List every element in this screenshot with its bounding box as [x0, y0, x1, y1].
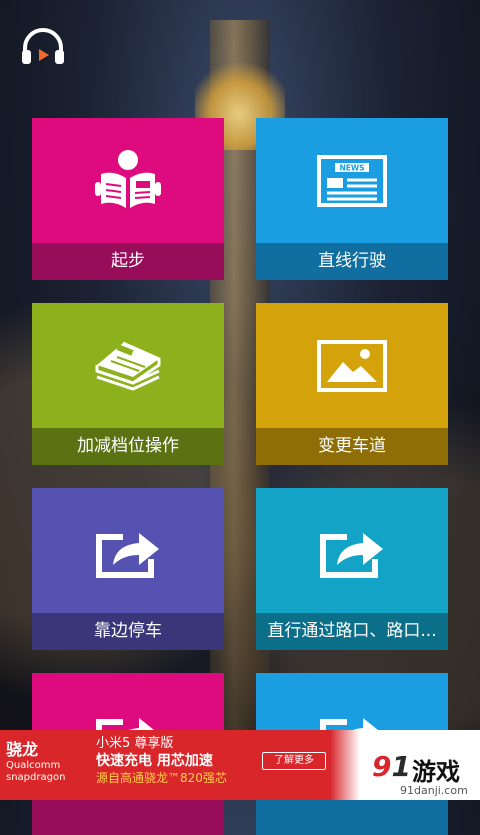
tile-label: 靠边停车 — [32, 613, 224, 650]
tile-gear-shift[interactable]: 加减档位操作 — [32, 303, 224, 465]
site-logo-number: 91 — [372, 750, 411, 783]
tile-start[interactable]: 起步 — [32, 118, 224, 280]
tile-straight-driving[interactable]: NEWS 直线行驶 — [256, 118, 448, 280]
ad-line2: 快速充电 用芯加速 — [96, 753, 213, 769]
image-icon — [317, 339, 387, 392]
news-badge-text: NEWS — [339, 163, 364, 172]
tile-art — [32, 118, 224, 243]
ad-learn-more-button[interactable]: 了解更多 — [262, 752, 326, 770]
logo-num-1: 1 — [391, 750, 411, 783]
tile-label: 变更车道 — [256, 428, 448, 465]
news-icon: NEWS — [317, 154, 387, 207]
tile-label — [256, 798, 448, 835]
ad-copy: 小米5 尊享版 快速充电 用芯加速 源自高通骁龙™820强芯 — [96, 736, 246, 786]
newspaper-reader-icon — [95, 149, 161, 208]
ad-banner[interactable]: 骁龙 Qualcomm snapdragon 小米5 尊享版 快速充电 用芯加速… — [0, 730, 480, 800]
share-arrow-icon — [96, 532, 159, 578]
tile-pull-over[interactable]: 靠边停车 — [32, 488, 224, 650]
ad-brand-block: 骁龙 Qualcomm snapdragon — [6, 736, 90, 796]
ad-line1: 小米5 尊享版 — [96, 736, 174, 751]
ad-brand: 骁龙 — [6, 740, 39, 759]
site-logo-text: 游戏 — [412, 758, 460, 786]
tile-label — [32, 798, 224, 835]
tile-label: 直行通过路口、路口... — [256, 613, 448, 650]
site-logo-url: 91danji.com — [400, 784, 468, 797]
tile-art — [256, 303, 448, 428]
tile-lane-change[interactable]: 变更车道 — [256, 303, 448, 465]
tile-label: 加减档位操作 — [32, 428, 224, 465]
ad-sub-line1: Qualcomm — [6, 760, 61, 771]
tile-art — [256, 488, 448, 613]
logo-num-9: 9 — [372, 750, 392, 783]
share-arrow-icon — [320, 532, 383, 578]
tile-label: 起步 — [32, 243, 224, 280]
tile-intersection[interactable]: 直行通过路口、路口... — [256, 488, 448, 650]
newspaper-stack-icon — [95, 341, 161, 391]
tile-art: NEWS — [256, 118, 448, 243]
tile-label: 直线行驶 — [256, 243, 448, 280]
ad-sub-line2: snapdragon — [6, 772, 66, 783]
headphones-play-icon[interactable] — [20, 28, 66, 68]
tile-art — [32, 488, 224, 613]
ad-line3: 源自高通骁龙™820强芯 — [96, 771, 227, 785]
tile-art — [32, 303, 224, 428]
